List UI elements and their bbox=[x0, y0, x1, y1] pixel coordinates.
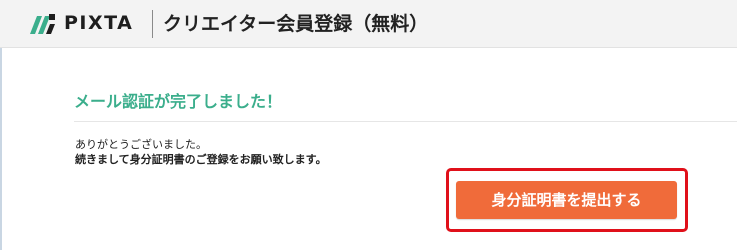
submit-id-document-button[interactable]: 身分証明書を提出する bbox=[456, 181, 677, 219]
page-title: クリエイター会員登録（無料） bbox=[163, 13, 429, 35]
thanks-message: ありがとうございました。 bbox=[75, 138, 207, 151]
pixta-logo-icon bbox=[30, 14, 55, 34]
id-registration-request-message: 続きまして身分証明書のご登録をお願い致します。 bbox=[75, 153, 327, 166]
page: PIXTA クリエイター会員登録（無料） メール認証が完了しました！ ありがとう… bbox=[0, 0, 737, 250]
header-divider bbox=[152, 10, 153, 38]
pixta-logo-text: PIXTA bbox=[64, 12, 134, 34]
heading-divider bbox=[74, 121, 737, 122]
left-edge-rule bbox=[0, 48, 2, 250]
header-bar: PIXTA クリエイター会員登録（無料） bbox=[0, 0, 737, 48]
verification-complete-heading: メール認証が完了しました！ bbox=[74, 92, 283, 111]
